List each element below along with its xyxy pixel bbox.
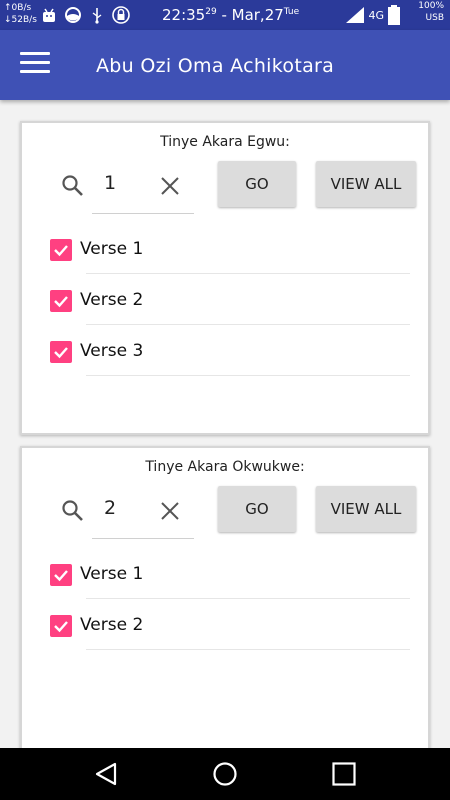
network-speed: ↑0B/s ↓52B/s <box>4 2 37 26</box>
check-icon <box>54 296 68 308</box>
list-item[interactable]: Verse 1 <box>50 560 410 600</box>
check-icon <box>54 570 68 582</box>
network-type: 4G <box>368 8 384 22</box>
list-item[interactable]: Verse 1 <box>50 235 410 275</box>
usb-icon <box>92 8 102 24</box>
divider <box>86 649 410 650</box>
divider <box>86 273 410 274</box>
checkbox[interactable] <box>50 239 72 261</box>
clock-time: 22:35 <box>162 6 206 24</box>
verse-label: Verse 2 <box>80 290 144 310</box>
upload-speed: ↑0B/s <box>4 3 32 13</box>
list-item[interactable]: Verse 3 <box>50 337 410 377</box>
verse-label: Verse 1 <box>80 239 144 259</box>
creed-search-card: Tinye Akara Okwukwe: 2 GO VIEW ALL Verse… <box>20 446 430 756</box>
divider <box>86 324 410 325</box>
clear-icon[interactable] <box>160 501 180 521</box>
home-icon[interactable] <box>212 761 238 787</box>
go-button[interactable]: GO <box>218 161 296 207</box>
creed-number-input[interactable]: 2 <box>92 493 194 539</box>
verse-label: Verse 2 <box>80 615 144 635</box>
battery-percent: 100% <box>418 1 444 11</box>
checkbox[interactable] <box>50 564 72 586</box>
signal-icon <box>346 7 365 23</box>
notification-icons <box>40 6 130 24</box>
list-item[interactable]: Verse 2 <box>50 286 410 326</box>
divider <box>86 375 410 376</box>
checkbox[interactable] <box>50 290 72 312</box>
clear-icon[interactable] <box>160 176 180 196</box>
usb-label: USB <box>425 13 444 23</box>
hymn-number-input[interactable]: 1 <box>92 168 194 214</box>
card-label: Tinye Akara Egwu: <box>160 134 290 150</box>
app-title: Abu Ozi Oma Achikotara <box>96 55 335 77</box>
back-icon[interactable] <box>93 761 119 787</box>
hymn-number-value[interactable]: 1 <box>104 172 116 194</box>
verse-label: Verse 1 <box>80 564 144 584</box>
hamburger-menu-icon[interactable] <box>20 52 50 76</box>
check-icon <box>54 245 68 257</box>
hymn-search-card: Tinye Akara Egwu: 1 GO VIEW ALL Verse 1 … <box>20 121 430 435</box>
recents-icon[interactable] <box>331 761 357 787</box>
clean-icon <box>65 7 81 23</box>
clock-date: - Mar,27 <box>216 6 284 24</box>
clock-day: Tue <box>283 7 300 17</box>
clock: 22:3529 - Mar,27Tue <box>162 6 299 24</box>
view-all-button[interactable]: VIEW ALL <box>316 161 416 207</box>
android-icon <box>43 8 55 22</box>
verse-label: Verse 3 <box>80 341 144 361</box>
download-speed: ↓52B/s <box>4 15 37 25</box>
search-icon <box>62 175 83 196</box>
check-icon <box>54 347 68 359</box>
app-bar: Abu Ozi Oma Achikotara <box>0 30 450 100</box>
creed-number-value[interactable]: 2 <box>104 497 116 519</box>
lock-icon <box>112 6 130 24</box>
navigation-bar <box>0 748 450 800</box>
checkbox[interactable] <box>50 341 72 363</box>
check-icon <box>54 621 68 633</box>
view-all-button[interactable]: VIEW ALL <box>316 486 416 532</box>
go-button[interactable]: GO <box>218 486 296 532</box>
checkbox[interactable] <box>50 615 72 637</box>
list-item[interactable]: Verse 2 <box>50 611 410 651</box>
battery-icon <box>388 5 400 25</box>
clock-seconds: 29 <box>205 7 217 17</box>
card-label: Tinye Akara Okwukwe: <box>145 459 305 475</box>
status-bar: ↑0B/s ↓52B/s 22:3529 - Mar,27Tue 4G 100%… <box>0 0 450 30</box>
status-right: 4G 100% USB <box>346 1 444 27</box>
divider <box>86 598 410 599</box>
battery-info: 100% USB <box>404 1 444 27</box>
search-icon <box>62 500 83 521</box>
